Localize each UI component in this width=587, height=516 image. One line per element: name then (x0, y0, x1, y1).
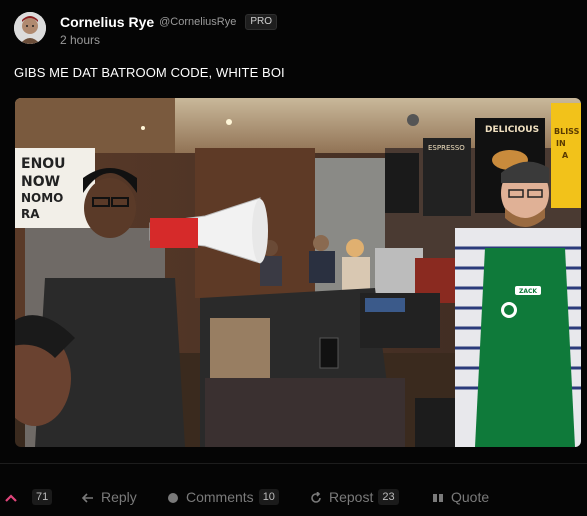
author-display-name[interactable]: Cornelius Rye (60, 14, 154, 30)
upvote-button[interactable]: 71 (5, 484, 53, 510)
avatar-portrait-icon (14, 12, 46, 44)
chevron-up-icon (5, 491, 17, 503)
repost-count: 23 (378, 489, 399, 505)
author-handle[interactable]: @CorneliusRye (159, 16, 236, 28)
avatar[interactable] (14, 12, 46, 44)
side-sign-text: IN (556, 139, 566, 148)
repost-label: Repost (329, 489, 374, 505)
comments-button[interactable]: Comments 10 (167, 484, 279, 510)
menu-board-text: DELICIOUS (485, 125, 539, 135)
reply-button[interactable]: Reply (81, 484, 137, 510)
post-text: GIBS ME DAT BATROOM CODE, WHITE BOI (14, 65, 285, 80)
side-sign-text: A (562, 151, 569, 160)
pro-badge: PRO (245, 14, 278, 30)
post-image[interactable]: ESPRESSO DELICIOUS BLISS IN A ENOU NOW N… (15, 98, 581, 447)
repost-icon (310, 491, 322, 503)
quote-icon (432, 491, 444, 503)
post-timestamp[interactable]: 2 hours (60, 33, 277, 47)
author-name-row: Cornelius Rye @CorneliusRye PRO (60, 12, 278, 32)
side-sign-text: BLISS (554, 127, 580, 136)
post-card: Cornelius Rye @CorneliusRye PRO 2 hours … (0, 0, 587, 516)
upvote-count: 71 (32, 489, 53, 505)
protest-sign-text: RA (21, 207, 40, 221)
protest-sign-text: ENOU (21, 156, 66, 172)
quote-button[interactable]: Quote (432, 484, 489, 510)
menu-board-text: ESPRESSO (428, 144, 465, 152)
reply-arrow-icon (81, 491, 94, 503)
protest-sign-text: NOW (21, 174, 60, 190)
post-header: Cornelius Rye @CorneliusRye PRO 2 hours (14, 12, 278, 47)
reply-label: Reply (101, 489, 137, 505)
quote-label: Quote (451, 489, 490, 505)
repost-button[interactable]: Repost 23 (310, 484, 399, 510)
actions-divider (0, 463, 587, 464)
comment-bubble-icon (167, 491, 179, 503)
post-photo-illustration: ESPRESSO DELICIOUS BLISS IN A ENOU NOW N… (15, 98, 581, 447)
comments-count: 10 (258, 489, 279, 505)
name-tag-text: ZACK (519, 288, 537, 295)
green-apron (475, 248, 575, 447)
post-actions-bar: 71 Reply Comments 10 Repost 23 Quote (0, 484, 587, 510)
author-meta: Cornelius Rye @CorneliusRye PRO 2 hours (60, 12, 278, 47)
protest-sign-text: NOMO (21, 191, 63, 205)
comments-label: Comments (186, 489, 254, 505)
menu-board (385, 153, 419, 213)
